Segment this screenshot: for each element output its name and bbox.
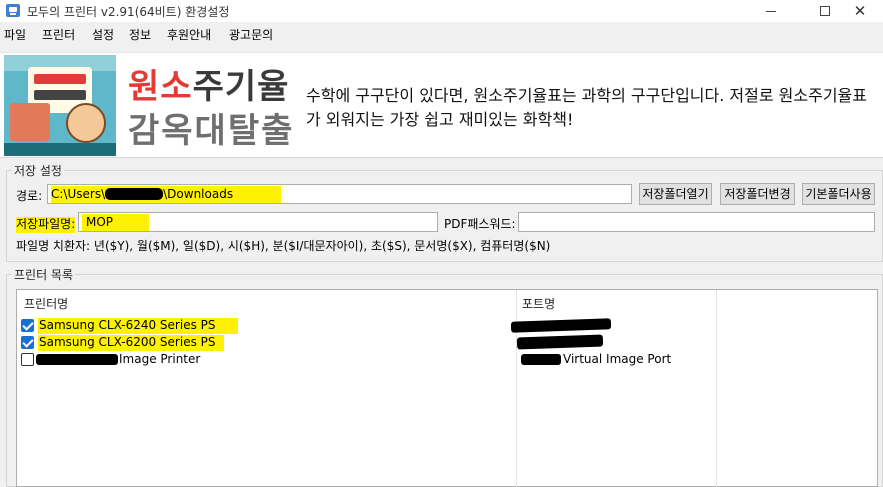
ad-banner[interactable]: 원소주기율 감옥대탈출 수학에 구구단이 있다면, 원소주기율표는 과학의 구구… bbox=[0, 52, 883, 158]
book-logo-line2: 감옥대탈출 bbox=[128, 111, 295, 151]
printer-row[interactable]: Samsung CLX-6240 Series PS 2 bbox=[17, 317, 877, 334]
book-cover-image bbox=[4, 55, 116, 156]
path-input[interactable]: C:\Users\ \Downloads bbox=[47, 184, 632, 204]
printer-checkbox[interactable] bbox=[21, 319, 34, 332]
menu-donate[interactable]: 후원안내 bbox=[167, 26, 211, 43]
close-icon: ✕ bbox=[853, 1, 867, 20]
printer-name: Image Printer bbox=[119, 352, 201, 366]
close-button[interactable]: ✕ bbox=[837, 0, 883, 22]
filename-label: 저장파일명: bbox=[16, 217, 76, 233]
printer-name: Samsung CLX-6200 Series PS bbox=[38, 335, 224, 351]
menu-settings[interactable]: 설정 bbox=[92, 26, 114, 43]
path-label: 경로: bbox=[16, 189, 43, 203]
redacted-port bbox=[521, 354, 561, 365]
path-suffix: \Downloads bbox=[163, 187, 234, 201]
filename-substitution-help: 파일명 치환자: 년($Y), 월($M), 일($D), 시($H), 분($… bbox=[16, 239, 551, 253]
redacted-username bbox=[105, 188, 164, 200]
printer-row[interactable]: Image Printer Virtual Image Port bbox=[17, 351, 877, 368]
printer-row[interactable]: Samsung CLX-6200 Series PS bbox=[17, 334, 877, 351]
title-bar: 모두의 프린터 v2.91(64비트) 환경설정 ✕ bbox=[0, 0, 883, 22]
minimize-icon bbox=[766, 10, 776, 12]
save-settings-label: 저장 설정 bbox=[12, 162, 64, 179]
redacted-port bbox=[516, 334, 604, 350]
path-prefix: C:\Users\ bbox=[51, 187, 106, 201]
banner-description: 수학에 구구단이 있다면, 원소주기율표는 과학의 구구단입니다. 저절로 원소… bbox=[306, 86, 867, 129]
maximize-icon bbox=[820, 6, 830, 16]
filename-input[interactable]: MOP bbox=[78, 212, 438, 232]
pdf-password-label: PDF패스워드: bbox=[444, 217, 516, 231]
pdf-password-input[interactable] bbox=[518, 212, 875, 232]
printer-port: 2 bbox=[594, 318, 602, 332]
minimize-button[interactable] bbox=[748, 0, 794, 22]
menu-info[interactable]: 정보 bbox=[129, 26, 151, 43]
change-save-folder-button[interactable]: 저장폴더변경 bbox=[720, 183, 795, 205]
menu-bar: 파일 프린터 설정 정보 후원안내 광고문의 bbox=[0, 24, 883, 44]
open-save-folder-button[interactable]: 저장폴더열기 bbox=[639, 183, 712, 205]
menu-ad-inquiry[interactable]: 광고문의 bbox=[229, 26, 273, 43]
redacted-printer-name bbox=[36, 354, 118, 365]
column-header-port-name[interactable]: 포트명 bbox=[522, 295, 555, 312]
filename-value: MOP bbox=[82, 214, 150, 231]
menu-printer[interactable]: 프린터 bbox=[42, 26, 75, 43]
printer-checkbox[interactable] bbox=[21, 353, 34, 366]
printer-list[interactable]: 프린터명 포트명 Samsung CLX-6240 Series PS 2 Sa… bbox=[16, 289, 878, 487]
printer-list-label: 프린터 목록 bbox=[12, 266, 76, 283]
column-header-printer-name[interactable]: 프린터명 bbox=[24, 295, 68, 312]
menu-file[interactable]: 파일 bbox=[4, 26, 26, 43]
printer-name: Samsung CLX-6240 Series PS bbox=[38, 318, 238, 334]
printer-port: Virtual Image Port bbox=[563, 352, 672, 366]
use-default-folder-button[interactable]: 기본폴더사용 bbox=[802, 183, 875, 205]
printer-checkbox[interactable] bbox=[21, 336, 34, 349]
printer-app-icon bbox=[6, 4, 20, 17]
book-logo-line1: 원소주기율 bbox=[128, 67, 290, 107]
window-title: 모두의 프린터 v2.91(64비트) 환경설정 bbox=[27, 5, 230, 19]
